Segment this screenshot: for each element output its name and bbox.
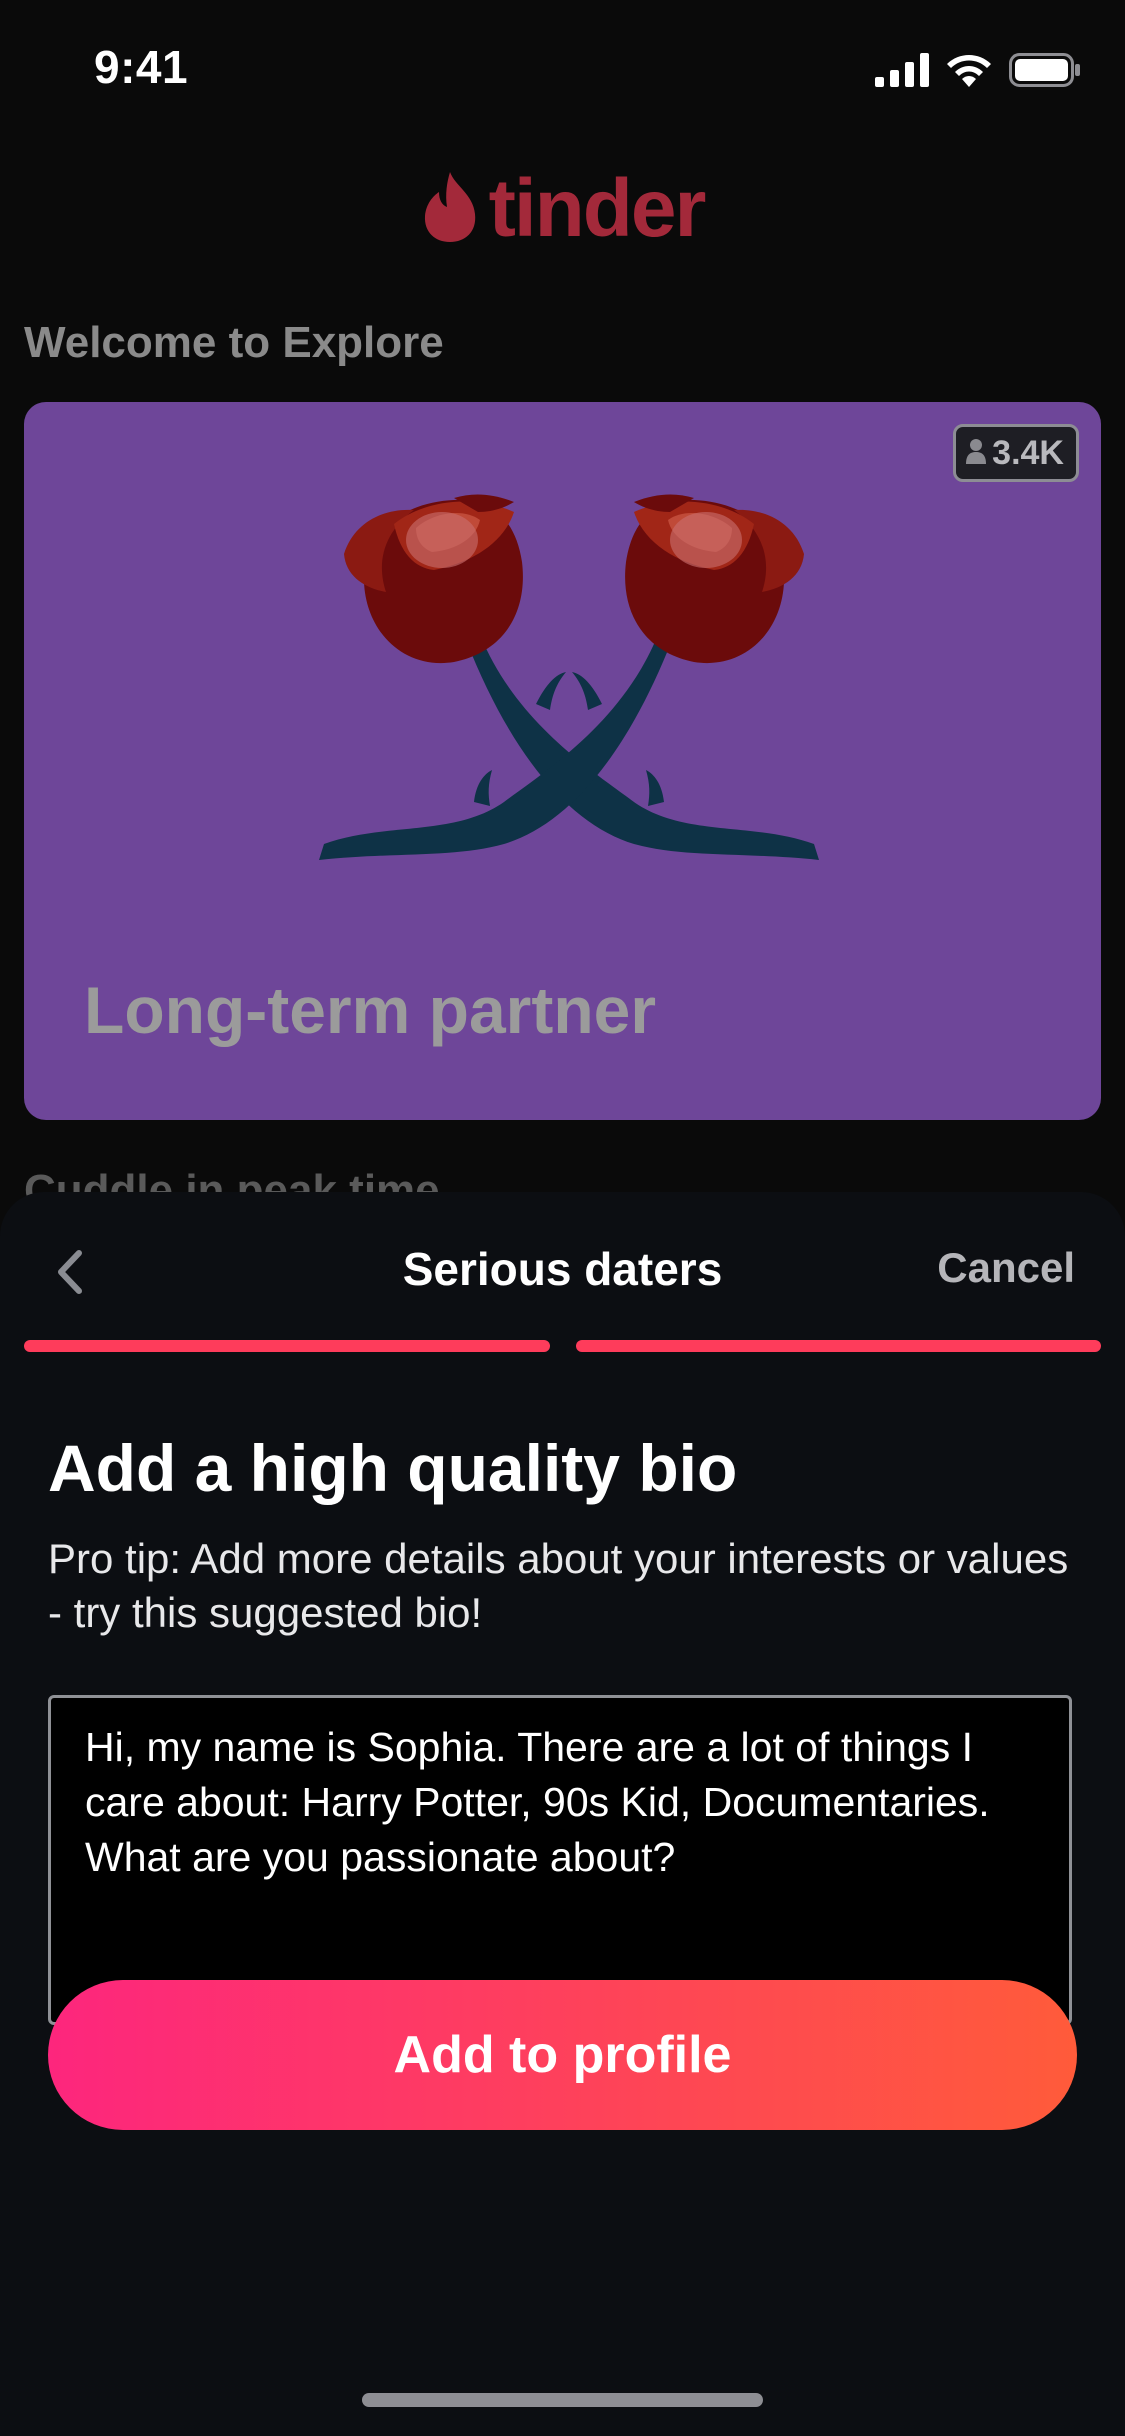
tinder-logo: tinder (0, 162, 1125, 256)
explore-card-long-term-partner[interactable]: 3.4K Long-term partner (24, 402, 1101, 1120)
cancel-button[interactable]: Cancel (937, 1244, 1075, 1292)
progress-step-1 (24, 1340, 550, 1352)
status-time: 9:41 (94, 41, 189, 93)
serious-daters-sheet: Serious daters Cancel Add a high quality… (0, 1192, 1125, 2436)
screen: tinder Welcome to Explore 3.4K Long-term… (0, 0, 1125, 2436)
member-count-badge: 3.4K (953, 424, 1079, 482)
brand-name: tinder (488, 163, 707, 254)
home-indicator (362, 2393, 763, 2407)
card-title: Long-term partner (84, 973, 657, 1047)
step-progress (24, 1340, 1101, 1352)
signal-icon (875, 53, 929, 87)
sheet-heading: Add a high quality bio (48, 1431, 738, 1505)
member-count: 3.4K (992, 433, 1064, 472)
wifi-icon (945, 53, 993, 87)
bio-textarea[interactable]: Hi, my name is Sophia. There are a lot o… (48, 1695, 1072, 2025)
pro-tip: Pro tip: Add more details about your int… (48, 1535, 1069, 1636)
roses-illustration (304, 472, 844, 877)
explore-page: tinder Welcome to Explore 3.4K Long-term… (0, 0, 1125, 1215)
battery-icon (1009, 53, 1081, 87)
flame-icon (421, 170, 479, 249)
progress-step-2 (575, 1340, 1101, 1352)
sheet-header: Serious daters Cancel (0, 1192, 1125, 1342)
status-icons (875, 50, 1081, 90)
person-icon (966, 437, 987, 470)
status-bar: 9:41 (0, 0, 1125, 140)
section-title: Welcome to Explore (24, 318, 444, 367)
add-to-profile-button[interactable]: Add to profile (48, 1980, 1077, 2130)
bio-text[interactable]: Hi, my name is Sophia. There are a lot o… (85, 1720, 1035, 1885)
